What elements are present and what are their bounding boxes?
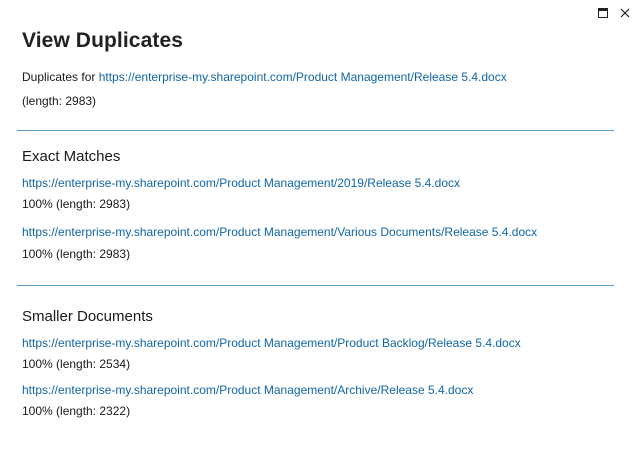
section-divider [17,130,614,131]
exact-match-meta: 100% (length: 2983) [22,197,131,211]
smaller-document-link[interactable]: https://enterprise-my.sharepoint.com/Pro… [22,336,521,350]
section-divider [17,285,614,286]
exact-match-link[interactable]: https://enterprise-my.sharepoint.com/Pro… [22,225,537,239]
window-controls [596,6,632,20]
exact-match-meta: 100% (length: 2983) [22,247,131,261]
smaller-documents-heading: Smaller Documents [22,308,153,325]
smaller-document-meta: 100% (length: 2322) [22,404,131,418]
source-length: (length: 2983) [22,94,97,108]
maximize-icon[interactable] [596,6,610,20]
exact-match-link[interactable]: https://enterprise-my.sharepoint.com/Pro… [22,176,460,190]
duplicates-for-label: Duplicates for [22,70,96,84]
smaller-document-meta: 100% (length: 2534) [22,357,131,371]
page-title: View Duplicates [22,29,184,52]
source-document-link[interactable]: https://enterprise-my.sharepoint.com/Pro… [99,70,507,84]
duplicates-for-line: Duplicates for https://enterprise-my.sha… [22,70,507,84]
close-icon[interactable] [618,6,632,20]
exact-matches-heading: Exact Matches [22,148,121,165]
view-duplicates-dialog: View Duplicates Duplicates for https://e… [0,0,640,450]
smaller-document-link[interactable]: https://enterprise-my.sharepoint.com/Pro… [22,383,473,397]
